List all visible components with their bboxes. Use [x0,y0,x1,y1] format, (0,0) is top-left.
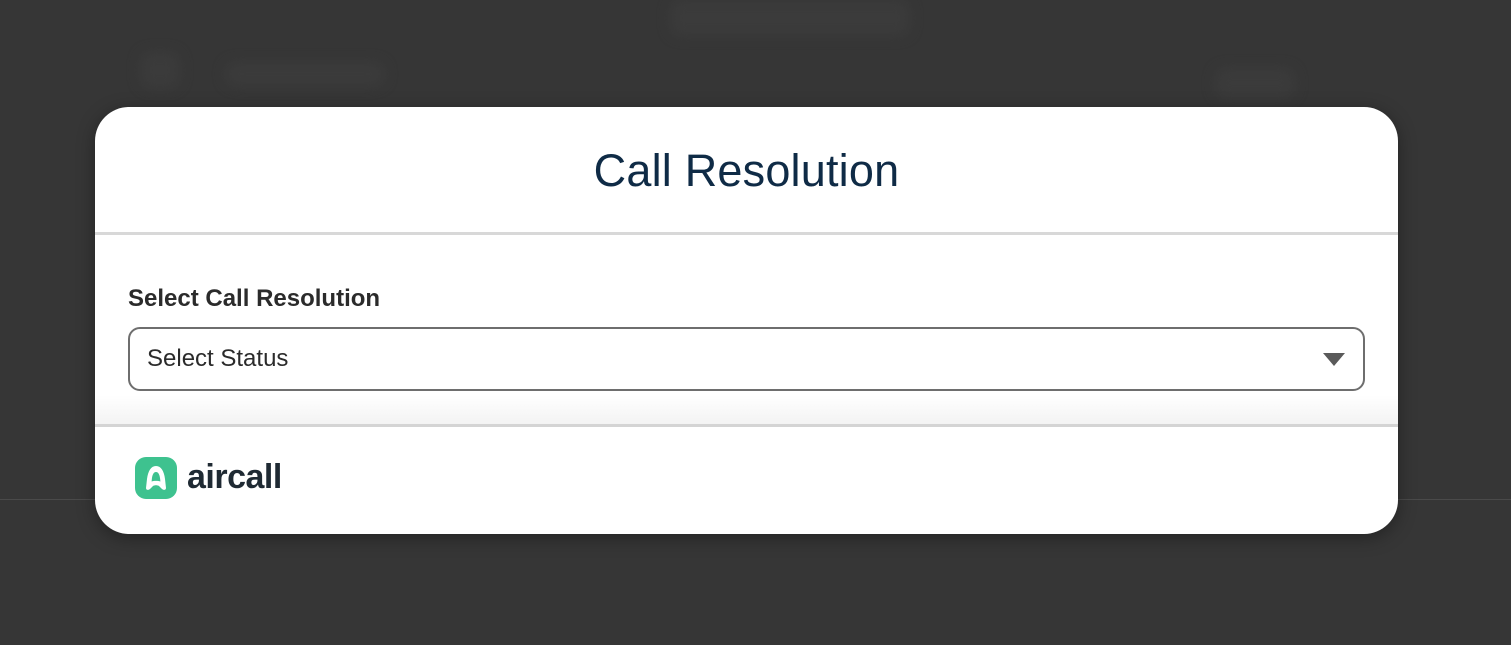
aircall-brand: aircall [135,456,282,499]
backdrop-blurred-element [670,0,910,36]
call-resolution-modal: Call Resolution Select Call Resolution S… [95,107,1398,534]
backdrop-blurred-element [225,62,385,86]
backdrop-blurred-element [1215,68,1295,98]
call-resolution-label: Select Call Resolution [128,285,381,312]
modal-footer: aircall [95,427,1398,534]
backdrop-blurred-element [140,52,180,88]
caret-down-icon[interactable] [1323,353,1345,366]
modal-body: Select Call Resolution Select Status [95,235,1398,427]
status-select[interactable]: Select Status [128,327,1365,391]
status-select-value: Select Status [147,345,289,372]
modal-header: Call Resolution [95,107,1398,235]
aircall-wordmark: aircall [187,458,282,496]
modal-title: Call Resolution [593,144,900,196]
aircall-logo-icon [135,456,177,499]
